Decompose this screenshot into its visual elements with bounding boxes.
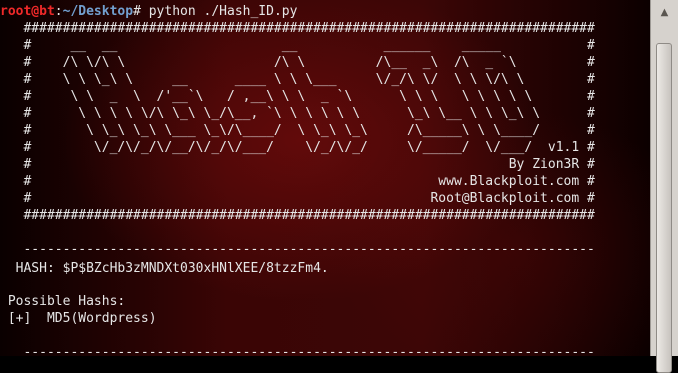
banner-author-line: # By Zion3R # bbox=[0, 157, 595, 172]
terminal-output[interactable]: root@bt:~/Desktop# python ./Hash_ID.py #… bbox=[0, 0, 650, 356]
separator-bottom: ----------------------------------------… bbox=[0, 345, 595, 356]
possible-hashes-label: Possible Hashs: bbox=[0, 294, 126, 309]
scroll-up-icon[interactable]: ▲ bbox=[657, 6, 672, 18]
banner-line: # \ \ \ \ \/\ \_\ \_/\__, `\ \ \ \ \ \ \… bbox=[0, 106, 595, 121]
scrollbar-thumb[interactable] bbox=[656, 43, 672, 373]
result-line: [+] MD5(Wordpress) bbox=[0, 311, 157, 326]
banner-website-line: # www.Blackploit.com # bbox=[0, 174, 595, 189]
vertical-scrollbar[interactable]: ▲ bbox=[650, 0, 678, 373]
prompt-path: ~/Desktop bbox=[62, 4, 134, 19]
banner-line: # /\ \/\ \ /\ \ /\__ _\ /\ _ `\ # bbox=[0, 55, 595, 70]
banner-line: ########################################… bbox=[0, 208, 595, 223]
banner-line: ########################################… bbox=[0, 21, 595, 36]
prompt-user-host: root@bt bbox=[0, 4, 55, 19]
separator-top: ----------------------------------------… bbox=[0, 242, 595, 257]
banner-line: # \ \ \_\ \ __ ____ \ \ \___ \/_/\ \/ \ … bbox=[0, 72, 595, 87]
prompt-line: root@bt:~/Desktop# python ./Hash_ID.py bbox=[0, 3, 297, 20]
banner-line: # \/_/\/_/\/__/\/_/\/___/ \/_/\/_/ \/___… bbox=[0, 140, 595, 155]
banner-email-line: # Root@Blackploit.com # bbox=[0, 191, 595, 206]
banner-line: # \ \ _ \ /'__`\ / ,__\ \ \ _ `\ \ \ \ \… bbox=[0, 89, 595, 104]
prompt-separator: : bbox=[54, 4, 63, 19]
banner-line: # __ __ __ ______ _____ # bbox=[0, 38, 595, 53]
prompt-command: python ./Hash_ID.py bbox=[140, 4, 298, 19]
banner-line: # \ \_\ \_\ \___ \_\/\____/ \ \_\ \_\ /\… bbox=[0, 123, 595, 138]
prompt-symbol: # bbox=[133, 4, 141, 19]
hash-line: HASH: $P$BZcHb3zMNDXt030xHNlXEE/8tzzFm4. bbox=[0, 261, 329, 276]
